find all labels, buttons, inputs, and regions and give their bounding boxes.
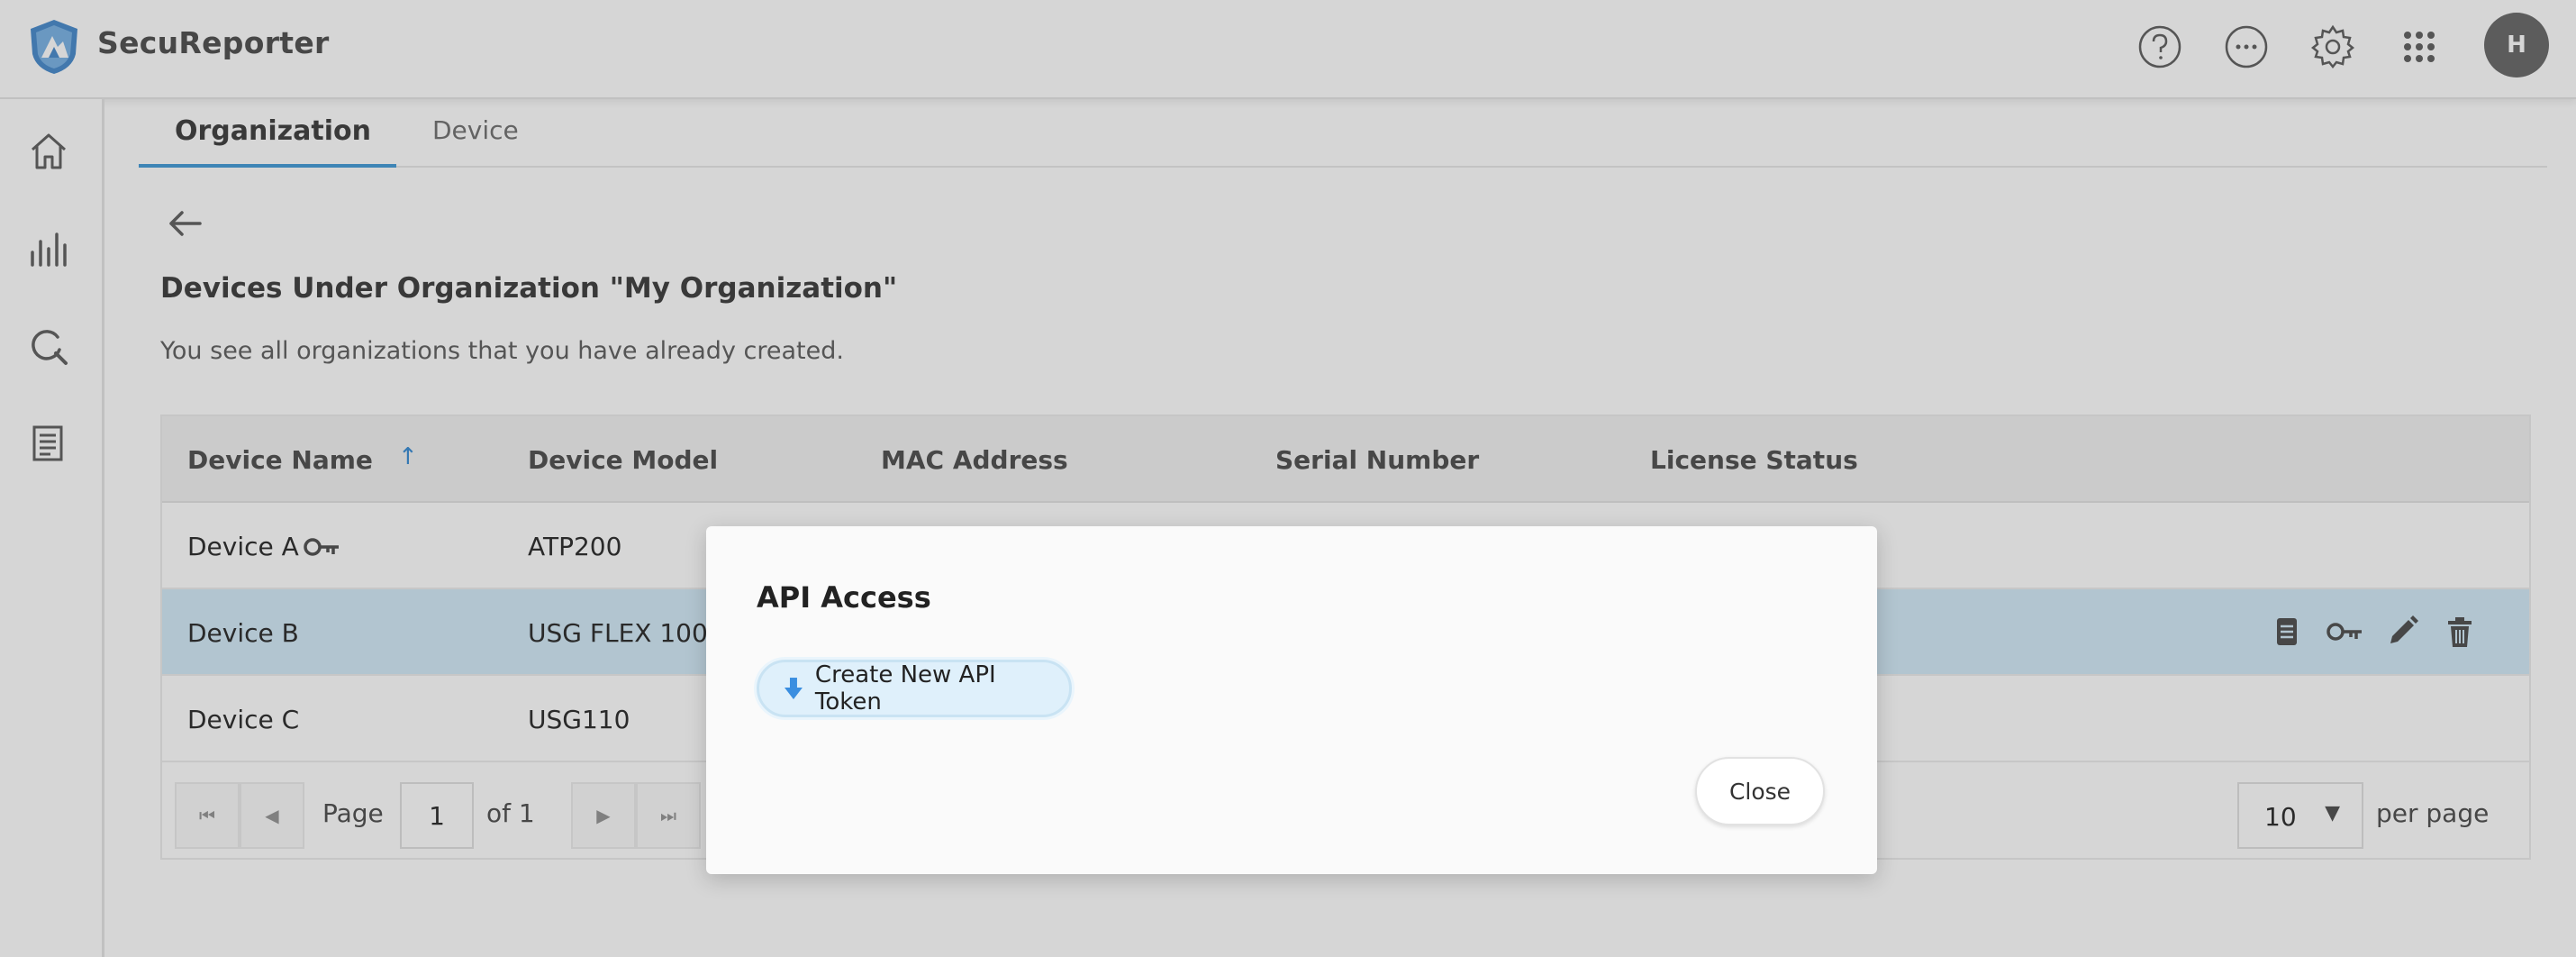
create-api-token-button[interactable]: Create New API Token <box>757 660 1072 717</box>
api-access-dialog: API Access Create New API Token Close <box>706 526 1877 874</box>
dialog-title: API Access <box>757 580 931 615</box>
close-button[interactable]: Close <box>1695 757 1825 825</box>
create-api-token-label: Create New API Token <box>814 661 996 715</box>
download-arrow-icon <box>784 678 803 699</box>
